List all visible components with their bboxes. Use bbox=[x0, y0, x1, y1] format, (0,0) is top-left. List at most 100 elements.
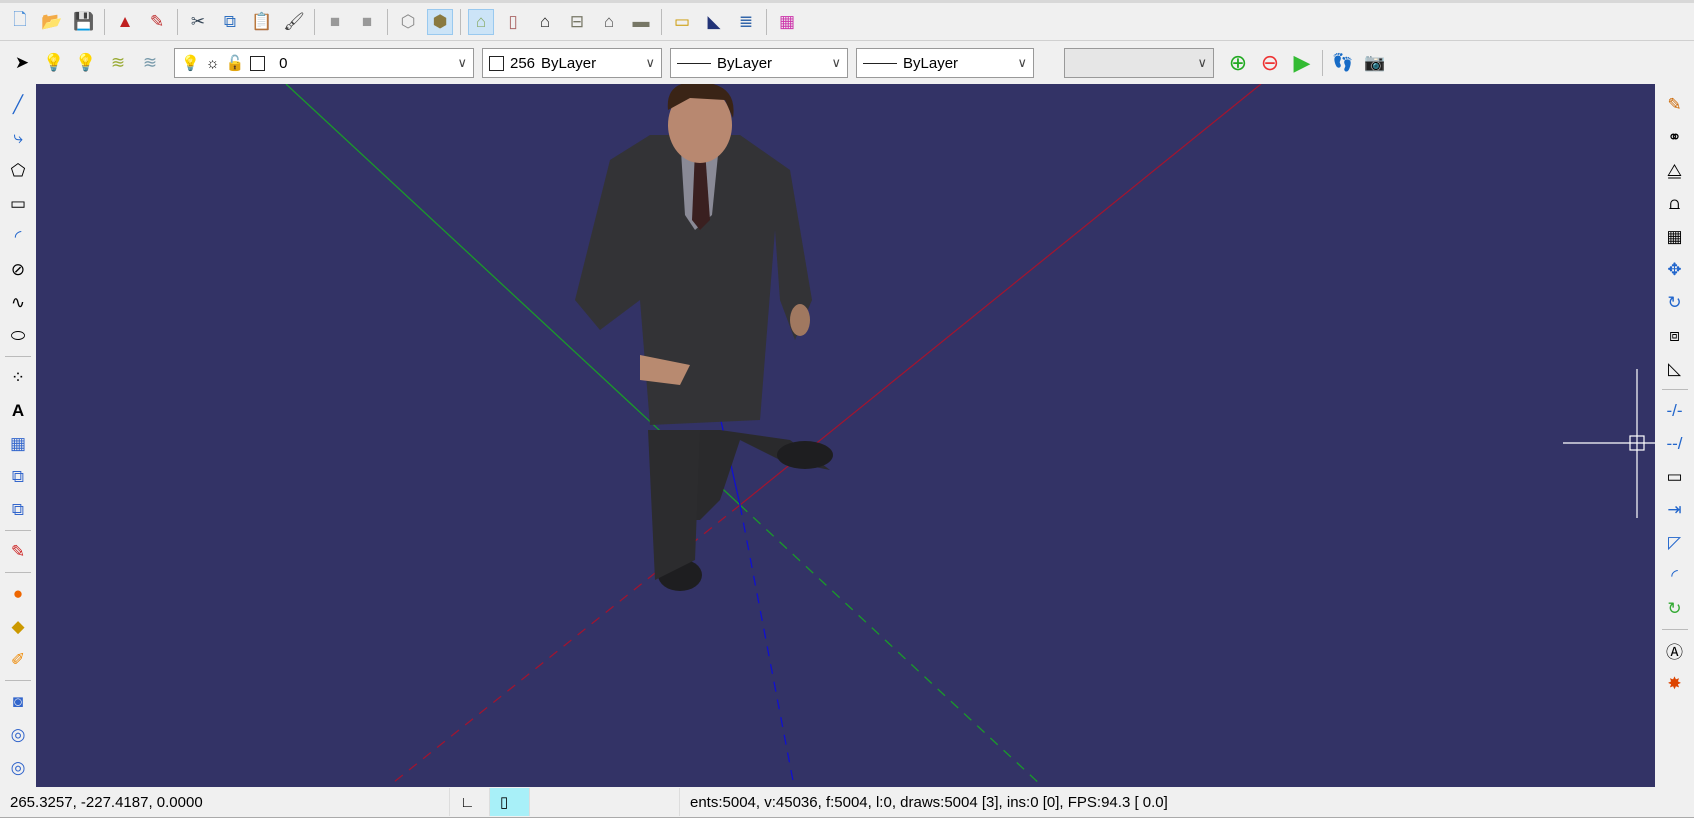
offset-icon[interactable]: ⩍ bbox=[1662, 190, 1688, 217]
refresh-icon[interactable]: ↻ bbox=[1662, 595, 1688, 622]
fillet-icon[interactable]: ◜ bbox=[1662, 562, 1688, 589]
insert-block-icon[interactable]: ⧉ bbox=[5, 496, 31, 523]
color-select[interactable]: 256 ByLayer ∨ bbox=[482, 48, 662, 78]
material-icon[interactable]: ● bbox=[5, 580, 31, 607]
extra-select[interactable]: ∨ bbox=[1064, 48, 1214, 78]
block-icon[interactable]: ⧉ bbox=[5, 463, 31, 490]
separator bbox=[177, 8, 178, 35]
mirror-icon[interactable]: ⧋ bbox=[1662, 157, 1688, 184]
extend-icon[interactable]: --/ bbox=[1662, 430, 1688, 457]
stretch-icon[interactable]: ◺ bbox=[1662, 355, 1688, 382]
trim-icon[interactable]: -/- bbox=[1662, 397, 1688, 424]
properties-icon[interactable]: ✎ bbox=[144, 9, 170, 35]
region-icon[interactable]: ◙ bbox=[5, 688, 31, 715]
rotate-icon[interactable]: ↻ bbox=[1662, 289, 1688, 316]
chevron-down-icon[interactable]: ∨ bbox=[1017, 55, 1027, 71]
paste-icon[interactable]: 📋 bbox=[249, 9, 275, 35]
join-icon[interactable]: ⇥ bbox=[1662, 496, 1688, 523]
chevron-down-icon[interactable]: ∨ bbox=[457, 55, 467, 71]
chevron-down-icon[interactable]: ∨ bbox=[1197, 55, 1207, 71]
copy-icon[interactable]: ⧉ bbox=[217, 9, 243, 35]
camera-icon[interactable]: 📷 bbox=[1362, 50, 1388, 76]
print-icon[interactable]: ▲ bbox=[112, 9, 138, 35]
footsteps-icon[interactable]: 👣 bbox=[1330, 50, 1356, 76]
viewport-canvas[interactable] bbox=[36, 84, 1655, 787]
man-in-suit-model[interactable] bbox=[575, 84, 833, 591]
layer-bulb-icon[interactable]: 💡 bbox=[181, 54, 200, 72]
layer-value: 0 bbox=[279, 54, 288, 72]
text-icon[interactable]: A bbox=[5, 397, 31, 424]
play-icon[interactable]: ▶ bbox=[1289, 50, 1315, 76]
save-icon[interactable]: 💾 bbox=[71, 9, 97, 35]
separator bbox=[314, 8, 315, 35]
text-edit-icon[interactable]: Ⓐ bbox=[1662, 637, 1688, 664]
light-off-icon[interactable]: 💡 bbox=[41, 50, 67, 76]
move-icon[interactable]: ✥ bbox=[1662, 256, 1688, 283]
chamfer-icon[interactable]: ◸ bbox=[1662, 529, 1688, 556]
view-bottom-icon[interactable]: ▬ bbox=[628, 9, 654, 35]
polygon-icon[interactable]: ⬠ bbox=[5, 157, 31, 184]
arc-icon[interactable]: ◜ bbox=[5, 223, 31, 250]
layer-lock-icon[interactable]: 🔓 bbox=[225, 54, 244, 72]
point-icon[interactable]: ⁘ bbox=[5, 364, 31, 391]
area-icon[interactable]: ◣ bbox=[701, 9, 727, 35]
polyline-icon[interactable]: ⤷ bbox=[5, 124, 31, 151]
script-icon[interactable]: ≣ bbox=[733, 9, 759, 35]
layers-icon[interactable]: ≋ bbox=[137, 50, 163, 76]
select-arrow-icon[interactable]: ➤ bbox=[9, 50, 35, 76]
chevron-down-icon[interactable]: ∨ bbox=[831, 55, 841, 71]
redo-disabled-icon[interactable]: ■ bbox=[354, 9, 380, 35]
separator bbox=[460, 8, 461, 35]
layer-select[interactable]: 💡 ☼ 🔓 0 ∨ bbox=[174, 48, 474, 78]
snap-toggle-icon[interactable]: ▯ bbox=[490, 788, 530, 816]
break-icon[interactable]: ▭ bbox=[1662, 463, 1688, 490]
circle-icon[interactable]: ⊘ bbox=[5, 256, 31, 283]
remove-icon[interactable]: ⊖ bbox=[1257, 50, 1283, 76]
union-icon[interactable]: ◎ bbox=[5, 721, 31, 748]
shaded-view-icon[interactable]: ⬢ bbox=[427, 8, 453, 35]
lineweight-preview bbox=[863, 62, 897, 64]
hatch-icon[interactable]: ▦ bbox=[5, 430, 31, 457]
copy-object-icon[interactable]: ⚭ bbox=[1662, 124, 1688, 151]
command-line[interactable] bbox=[0, 817, 1694, 827]
texture-icon[interactable]: ◆ bbox=[5, 613, 31, 640]
erase-icon[interactable]: ✎ bbox=[1662, 91, 1688, 118]
undo-disabled-icon[interactable]: ■ bbox=[322, 9, 348, 35]
render-icon[interactable]: ▦ bbox=[774, 9, 800, 35]
array-icon[interactable]: ▦ bbox=[1662, 223, 1688, 250]
separator bbox=[766, 8, 767, 35]
add-icon[interactable]: ⊕ bbox=[1225, 50, 1251, 76]
layers-delete-icon[interactable]: ≋ bbox=[105, 50, 131, 76]
cut-icon[interactable]: ✂ bbox=[185, 9, 211, 35]
lineweight-select[interactable]: ByLayer ∨ bbox=[856, 48, 1034, 78]
intersect-icon[interactable]: ◎ bbox=[5, 754, 31, 781]
light-on-icon[interactable]: 💡 bbox=[73, 50, 99, 76]
view-iso-icon[interactable]: ⌂ bbox=[468, 8, 494, 35]
separator bbox=[387, 8, 388, 35]
new-icon[interactable]: 🗋 bbox=[7, 9, 33, 35]
color-number: 256 bbox=[510, 54, 536, 72]
layer-sun-icon[interactable]: ☼ bbox=[206, 55, 220, 72]
pencil-icon[interactable]: ✎ bbox=[5, 538, 31, 565]
scale-icon[interactable]: ⧈ bbox=[1662, 322, 1688, 349]
modify-toolbar: ✎ ⚭ ⧋ ⩍ ▦ ✥ ↻ ⧈ ◺ -/- --/ ▭ ⇥ ◸ ◜ ↻ Ⓐ ✸ bbox=[1655, 84, 1694, 787]
edit-material-icon[interactable]: ✐ bbox=[5, 646, 31, 673]
explode-icon[interactable]: ✸ bbox=[1662, 670, 1688, 697]
measure-icon[interactable]: ▭ bbox=[669, 9, 695, 35]
open-icon[interactable]: 📂 bbox=[39, 9, 65, 35]
view-back-icon[interactable]: ⌂ bbox=[596, 9, 622, 35]
ortho-toggle-icon[interactable]: ∟ bbox=[450, 788, 490, 816]
view-left-icon[interactable]: ▯ bbox=[500, 9, 526, 35]
spline-icon[interactable]: ∿ bbox=[5, 289, 31, 316]
chevron-down-icon[interactable]: ∨ bbox=[645, 55, 655, 71]
rectangle-icon[interactable]: ▭ bbox=[5, 190, 31, 217]
brush-icon[interactable]: 🖌 bbox=[281, 9, 307, 35]
wireframe-view-icon[interactable]: ⬡ bbox=[395, 9, 421, 35]
line-icon[interactable]: ╱ bbox=[5, 91, 31, 118]
linetype-select[interactable]: ByLayer ∨ bbox=[670, 48, 848, 78]
ellipse-icon[interactable]: ⬭ bbox=[5, 322, 31, 349]
status-spacer bbox=[530, 788, 680, 816]
3d-viewport[interactable] bbox=[36, 84, 1655, 787]
view-top-icon[interactable]: ⊟ bbox=[564, 9, 590, 35]
view-front-icon[interactable]: ⌂ bbox=[532, 9, 558, 35]
